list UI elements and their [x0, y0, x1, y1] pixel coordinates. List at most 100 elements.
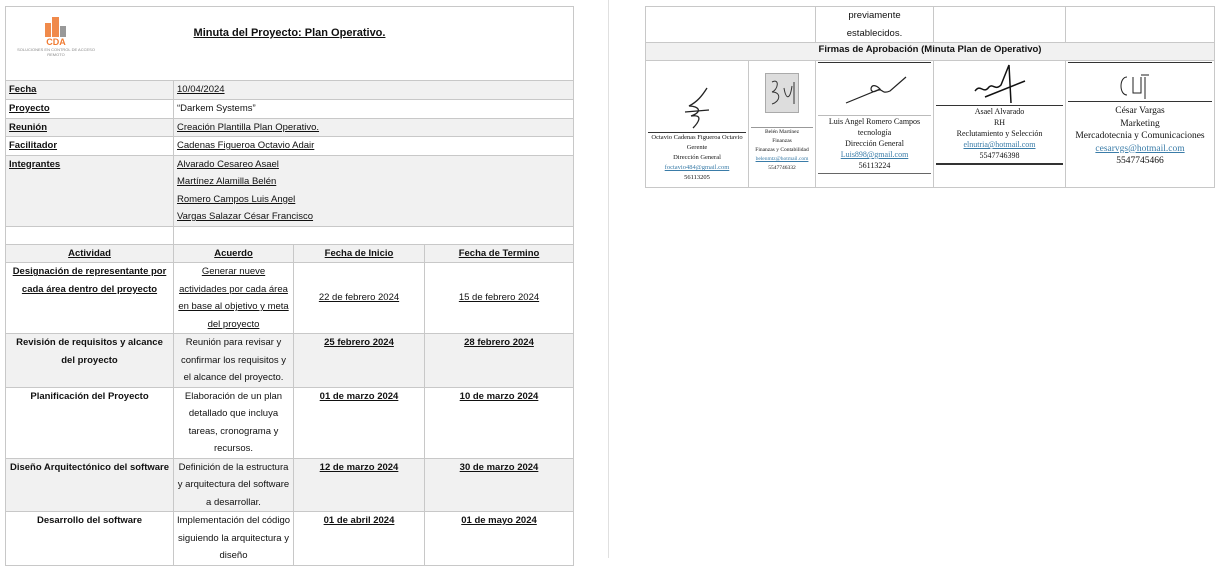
- signature-image: [684, 87, 710, 129]
- signer-area: Mercadotecnia y Comunicaciones: [1075, 131, 1205, 141]
- signature-image: [973, 64, 1025, 104]
- signer-info: Belén Martínez Finanzas Finanzas y Contabi…: [749, 128, 815, 187]
- signer-role: Finanzas: [772, 138, 792, 144]
- column-header: Actividad: [5, 243, 174, 263]
- signer-name: Octavio Cadenas Figueroa Octavio: [651, 134, 743, 141]
- signer-phone: 5547746332: [768, 165, 796, 171]
- company-logo: CDA SOLUCIONES EN CONTROL DE ACCESO REMO…: [16, 15, 96, 57]
- agreement-cell: Reunión para revisar y confirmar los req…: [173, 333, 294, 388]
- end-date-cell: 01 de mayo 2024: [424, 511, 574, 566]
- signer-role: RH: [993, 118, 1006, 127]
- agreement-cell: Generar nueve actividades por cada área …: [173, 262, 294, 334]
- signature-image: [765, 73, 799, 113]
- table-row: Revisión de requisitos y alcance del pro…: [5, 333, 574, 388]
- signer-phone: 5547746398: [979, 151, 1020, 160]
- signer-cell: César Vargas Marketing Mercadotecnia y Com…: [1065, 60, 1215, 188]
- start-date-cell: 01 de marzo 2024: [293, 386, 425, 459]
- start-date-cell: 22 de febrero 2024: [293, 262, 425, 334]
- activity-cell: Diseño Arquitectónico del software: [5, 457, 174, 512]
- table-row: Planificación del Proyecto Elaboración d…: [5, 386, 574, 459]
- signer-info: Octavio Cadenas Figueroa Octavio Gerente D…: [646, 133, 748, 187]
- signer-phone: 56113205: [684, 174, 710, 181]
- blank-cell: [173, 225, 574, 245]
- members-list: Alvarado Cesareo Asael Martínez Alamilla…: [173, 154, 574, 227]
- signer-cell: Belén Martínez Finanzas Finanzas y Contabi…: [748, 60, 816, 188]
- agreement-cell: Definición de la estructura y arquitectu…: [173, 457, 294, 512]
- signer-phone: 5547745466: [1116, 156, 1164, 166]
- logo-name: CDA: [46, 37, 66, 47]
- info-label: Integrantes: [5, 154, 174, 227]
- minuta-table: CDA SOLUCIONES EN CONTROL DE ACCESO REMO…: [5, 6, 574, 566]
- activity-cell: Desarrollo del software: [5, 511, 174, 566]
- activity-cell: Revisión de requisitos y alcance del pro…: [5, 333, 174, 388]
- header-cell: CDA SOLUCIONES EN CONTROL DE ACCESO REMO…: [5, 6, 574, 81]
- page-divider: [608, 0, 609, 558]
- info-label: Reunión: [5, 117, 174, 137]
- signer-area: Dirección General: [845, 139, 904, 148]
- signer-role: Marketing: [1120, 118, 1160, 129]
- table-row: Diseño Arquitectónico del software Defin…: [5, 457, 574, 512]
- signer-role: Gerente: [686, 144, 708, 151]
- signer-email-link[interactable]: belenmtz@hotmail.com: [756, 156, 809, 162]
- column-header: Acuerdo: [173, 243, 294, 263]
- blank-cell: [933, 6, 1066, 43]
- signer-info: César Vargas Marketing Mercadotecnia y Com…: [1066, 105, 1214, 168]
- signer-phone: 56113224: [858, 161, 891, 170]
- signer-role: tecnología: [857, 128, 892, 137]
- end-date-cell: 15 de febrero 2024: [424, 262, 574, 334]
- info-value-facilitador: Cadenas Figueroa Octavio Adair: [173, 136, 574, 156]
- signer-name: Belén Martínez: [764, 129, 800, 135]
- signer-cell: Asael Alvarado RH Reclutamiento y Selecció…: [933, 60, 1066, 188]
- signatures-title: Firmas de Aprobación (Minuta Plan de Ope…: [645, 42, 1215, 61]
- info-value-fecha: 10/04/2024: [173, 80, 574, 100]
- agreement-cell: Implementación del código siguiendo la a…: [173, 511, 294, 566]
- signer-email-link[interactable]: Luis898@gmail.com: [841, 150, 909, 159]
- start-date-cell: 25 febrero 2024: [293, 333, 425, 388]
- member: Martínez Alamilla Belén: [177, 176, 277, 187]
- signer-name: Asael Alvarado: [974, 107, 1025, 116]
- table-row: previamente establecidos.: [645, 6, 1215, 43]
- info-value-reunion: Creación Plantilla Plan Operativo.: [173, 117, 574, 137]
- signer-area: Reclutamiento y Selección: [956, 129, 1043, 138]
- signer-area: Dirección General: [673, 154, 721, 161]
- activity-cell: Planificación del Proyecto: [5, 386, 174, 459]
- logo-tagline: SOLUCIONES EN CONTROL DE ACCESO REMOTO: [17, 47, 95, 57]
- signer-info: Luis Angel Romero Campos tecnología Direcc…: [816, 116, 933, 171]
- info-label: Proyecto: [5, 99, 174, 119]
- signer-email-link[interactable]: foctavio484@gmail.com: [665, 164, 730, 171]
- activity-cell: Designación de representante por cada ár…: [5, 262, 174, 334]
- signer-info: Asael Alvarado RH Reclutamiento y Selecció…: [934, 106, 1065, 161]
- signer-cell: Octavio Cadenas Figueroa Octavio Gerente D…: [645, 60, 749, 188]
- document-title: Minuta del Proyecto: Plan Operativo.: [193, 27, 386, 39]
- end-date-cell: 30 de marzo 2024: [424, 457, 574, 512]
- member: Vargas Salazar César Francisco: [177, 211, 314, 222]
- text-line: establecidos.: [846, 27, 903, 39]
- info-label: Fecha: [5, 80, 174, 100]
- signer-email-link[interactable]: elnutria@hotmail.com: [963, 140, 1035, 149]
- signer-area: Finanzas y Contabilidad: [755, 147, 809, 153]
- signature-image: [845, 76, 906, 104]
- member: Alvarado Cesareo Asael: [177, 158, 279, 170]
- blank-cell: [5, 225, 174, 245]
- info-value-proyecto: “Darkem Systems”: [173, 99, 574, 119]
- text-line: previamente: [848, 10, 901, 21]
- column-header: Fecha de Inicio: [293, 243, 425, 263]
- signer-email-link[interactable]: cesarvgs@hotmail.com: [1095, 144, 1184, 154]
- building-icon: [41, 15, 71, 37]
- column-header: Fecha de Termino: [424, 243, 574, 263]
- signer-name: Luis Angel Romero Campos: [828, 117, 921, 126]
- signer-cell: Luis Angel Romero Campos tecnología Direcc…: [815, 60, 934, 188]
- table-row: Designación de representante por cada ár…: [5, 262, 574, 334]
- end-date-cell: 28 febrero 2024: [424, 333, 574, 388]
- start-date-cell: 12 de marzo 2024: [293, 457, 425, 512]
- blank-cell: [1065, 6, 1215, 43]
- member: Romero Campos Luis Angel: [177, 193, 296, 205]
- agreement-cell: Elaboración de un plan detallado que inc…: [173, 386, 294, 459]
- table-row: Desarrollo del software Implementación d…: [5, 511, 574, 566]
- info-label: Facilitador: [5, 136, 174, 156]
- signer-name: César Vargas: [1115, 106, 1165, 116]
- end-date-cell: 10 de marzo 2024: [424, 386, 574, 459]
- signature-image: [1120, 74, 1149, 99]
- signatures-table: previamente establecidos. Firmas de Aprob…: [645, 6, 1215, 188]
- start-date-cell: 01 de abril 2024: [293, 511, 425, 566]
